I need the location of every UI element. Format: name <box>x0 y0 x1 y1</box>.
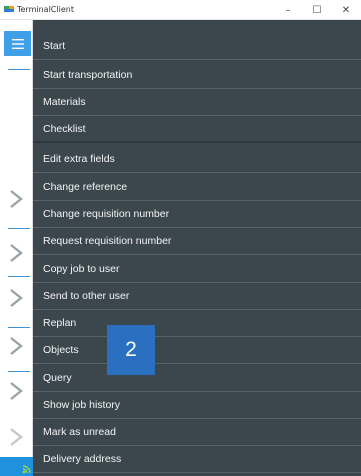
wifi-signal-icon <box>22 465 31 474</box>
strip-divider <box>8 371 30 372</box>
strip-divider <box>8 276 30 277</box>
hamburger-menu-icon <box>11 38 24 49</box>
menu-item-objects[interactable]: Objects <box>33 337 361 364</box>
strip-divider <box>8 228 30 229</box>
menu-item-materials[interactable]: Materials <box>33 89 361 116</box>
strip-divider <box>8 69 30 70</box>
app-icon <box>4 6 14 12</box>
menu-item-edit-extra-fields[interactable]: Edit extra fields <box>33 146 361 173</box>
menu-item-send-to-other-user[interactable]: Send to other user <box>33 283 361 310</box>
menu-item-start-transportation[interactable]: Start transportation <box>33 62 361 89</box>
menu-item-start[interactable]: Start <box>33 33 361 60</box>
window-title: TerminalClient <box>17 5 74 14</box>
step-number-badge: 2 <box>107 325 155 375</box>
maximize-button[interactable]: ☐ <box>303 0 331 20</box>
chevron-right-icon[interactable] <box>9 337 23 355</box>
chevron-right-icon[interactable] <box>9 428 23 446</box>
window-titlebar: TerminalClient – ☐ ✕ <box>0 0 361 20</box>
menu-item-mark-as-unread[interactable]: Mark as unread <box>33 419 361 446</box>
menu-item-change-requisition-number[interactable]: Change requisition number <box>33 201 361 228</box>
menu-item-query[interactable]: Query <box>33 365 361 392</box>
menu-item-show-job-history[interactable]: Show job history <box>33 392 361 419</box>
chevron-right-icon[interactable] <box>9 382 23 400</box>
menu-item-checklist[interactable]: Checklist <box>33 116 361 143</box>
chevron-right-icon[interactable] <box>9 244 23 262</box>
menu-item-request-requisition-number[interactable]: Request requisition number <box>33 228 361 255</box>
menu-item-change-reference[interactable]: Change reference <box>33 174 361 201</box>
chevron-right-icon[interactable] <box>9 190 23 208</box>
chevron-right-icon[interactable] <box>9 289 23 307</box>
menu-item-replan[interactable]: Replan <box>33 310 361 337</box>
strip-divider <box>8 327 30 328</box>
context-menu: Start Start transportation Materials Che… <box>33 20 361 476</box>
hamburger-menu-button[interactable] <box>4 31 31 56</box>
close-button[interactable]: ✕ <box>332 0 360 20</box>
menu-item-delivery-address[interactable]: Delivery address <box>33 446 361 473</box>
menu-item-copy-job-to-user[interactable]: Copy job to user <box>33 256 361 283</box>
minimize-button[interactable]: – <box>274 0 302 20</box>
